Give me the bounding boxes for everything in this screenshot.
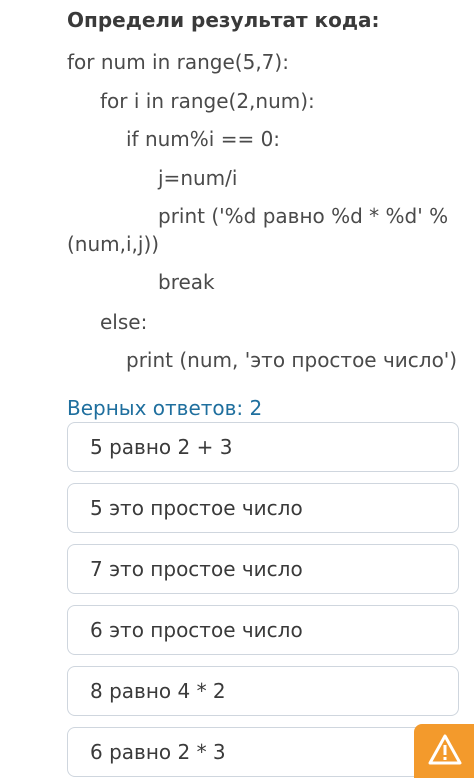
code-line: for i in range(2,num): — [100, 89, 315, 113]
correct-answers-count: Верных ответов: 2 — [67, 396, 263, 420]
code-line: if num%i == 0: — [126, 127, 281, 151]
answer-option[interactable]: 6 это простое число — [67, 605, 459, 655]
answer-option[interactable]: 5 это простое число — [67, 483, 459, 533]
answer-option[interactable]: 5 равно 2 + 3 — [67, 422, 459, 472]
code-line: print ('%d равно %d * %d' % — [158, 204, 449, 228]
question-title: Определи результат кода: — [67, 8, 380, 32]
answer-option[interactable]: 8 равно 4 * 2 — [67, 666, 459, 716]
code-line: break — [158, 270, 215, 294]
answer-option[interactable]: 6 равно 2 * 3 — [67, 727, 459, 777]
code-line: j=num/i — [158, 166, 238, 190]
code-line: else: — [100, 310, 148, 334]
code-line: (num,i,j)) — [67, 232, 160, 256]
report-button[interactable] — [414, 724, 474, 778]
code-line: for num in range(5,7): — [67, 50, 289, 74]
warning-icon — [428, 734, 462, 765]
code-line: print (num, 'это простое число') — [126, 348, 458, 372]
answer-option[interactable]: 7 это простое число — [67, 544, 459, 594]
